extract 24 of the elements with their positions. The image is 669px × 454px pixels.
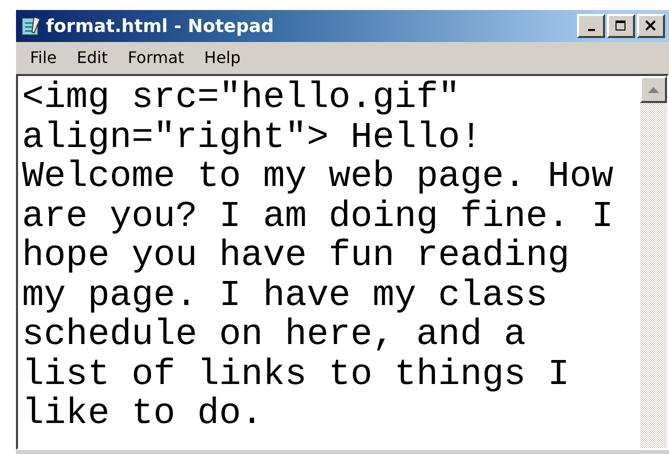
- menu-item[interactable]: Help: [194, 46, 251, 70]
- text-line: are you? I am doing fine. I: [22, 196, 614, 236]
- close-icon: [645, 20, 657, 32]
- menu-item[interactable]: File: [20, 46, 67, 70]
- text-line: align="right"> Hello!: [22, 118, 482, 157]
- notepad-icon: [20, 15, 42, 37]
- menu-item[interactable]: Format: [118, 46, 194, 70]
- text-line: my page. I have my class: [22, 276, 548, 315]
- maximize-icon: [615, 20, 627, 32]
- close-button[interactable]: [637, 14, 665, 38]
- vertical-scrollbar[interactable]: [640, 76, 667, 448]
- text-line: schedule on here, and a: [22, 315, 526, 354]
- window-title: format.html - Notepad: [46, 14, 274, 38]
- text-line: <img src="hello.gif": [22, 78, 460, 118]
- menu-item[interactable]: Edit: [66, 46, 118, 70]
- text-line: Welcome to my web page. How: [22, 157, 614, 196]
- up-arrow-icon: [648, 86, 659, 92]
- text-line: like to do.: [22, 394, 263, 434]
- text-line: list of links to things I: [22, 354, 570, 394]
- minimize-icon: [588, 29, 594, 31]
- scroll-up-button[interactable]: [640, 76, 667, 103]
- text-line: hope you have fun reading: [22, 236, 570, 276]
- maximize-button[interactable]: [607, 14, 635, 38]
- minimize-button[interactable]: [577, 14, 605, 38]
